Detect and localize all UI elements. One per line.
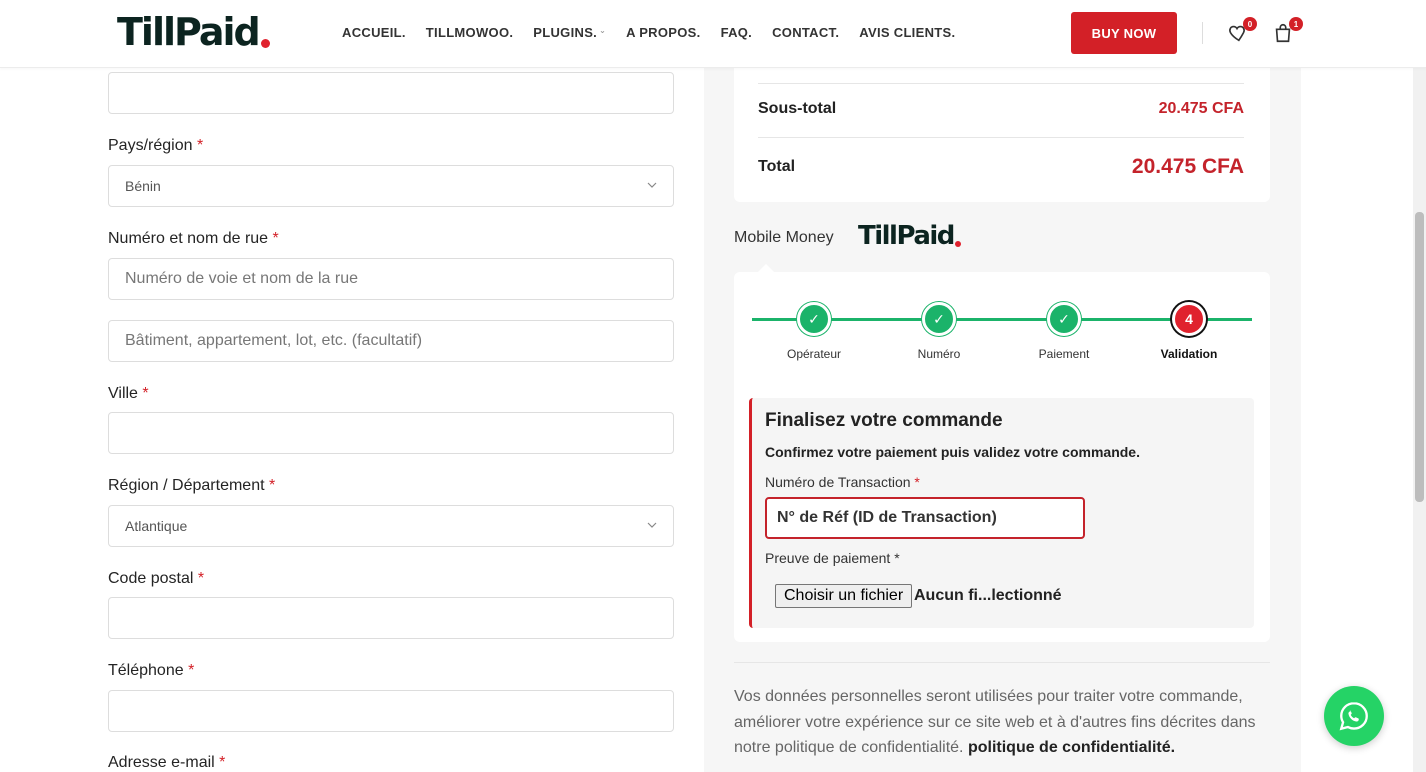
street-label-text: Numéro et nom de rue [108, 230, 269, 247]
main-nav: ACCUEIL. TILLMOWOO. PLUGINS. ⌄ A PROPOS.… [342, 25, 955, 40]
city-label-text: Ville [108, 385, 138, 402]
nav-faq[interactable]: FAQ. [721, 25, 753, 40]
cart-count-badge: 1 [1289, 17, 1303, 31]
step-validation: 4 [1172, 302, 1206, 336]
step-paiement: ✓ [1047, 302, 1081, 336]
nav-tillmowoo[interactable]: TILLMOWOO. [426, 25, 513, 40]
nav-contact[interactable]: CONTACT. [772, 25, 839, 40]
choose-file-button[interactable]: Choisir un fichier [775, 584, 913, 608]
buy-now-button[interactable]: BUY NOW [1071, 12, 1177, 54]
chevron-down-icon [647, 522, 657, 528]
street-label: Numéro et nom de rue * [108, 230, 279, 248]
payment-logo: TillPaid [858, 222, 961, 250]
finalize-subtitle: Confirmez votre paiement puis validez vo… [765, 444, 1140, 460]
street-input[interactable]: Numéro de voie et nom de la rue [108, 258, 674, 300]
nav-plugins-label: PLUGINS. [533, 25, 598, 40]
country-label: Pays/région * [108, 137, 203, 155]
email-label: Adresse e-mail * [108, 754, 225, 772]
postal-label-text: Code postal [108, 570, 194, 587]
country-select-value: Bénin [125, 178, 161, 194]
subtotal-row: Sous-total 20.475 CFA [758, 100, 1244, 118]
chevron-down-icon [647, 182, 657, 188]
nav-a-propos[interactable]: A PROPOS. [626, 25, 700, 40]
scrollbar-thumb[interactable] [1415, 212, 1424, 502]
city-input[interactable] [108, 412, 674, 454]
privacy-policy-link[interactable]: politique de confidentialité. [968, 739, 1175, 756]
step-label-numero: Numéro [917, 347, 961, 361]
divider [758, 137, 1244, 138]
site-header: TillPaid ACCUEIL. TILLMOWOO. PLUGINS. ⌄ … [0, 0, 1426, 68]
phone-label: Téléphone * [108, 662, 194, 680]
cart-button[interactable]: 1 [1272, 17, 1303, 46]
transaction-label-text: Numéro de Transaction [765, 474, 911, 490]
region-select-value: Atlantique [125, 518, 188, 534]
street2-placeholder: Bâtiment, appartement, lot, etc. (facult… [125, 332, 423, 349]
logo-dot [954, 241, 961, 247]
logo-text: TillPaid [117, 10, 261, 54]
required-mark: * [914, 474, 920, 490]
required-mark: * [188, 662, 195, 679]
nav-plugins[interactable]: PLUGINS. ⌄ [533, 25, 606, 40]
total-value: 20.475 CFA [1131, 155, 1244, 178]
divider [734, 662, 1270, 663]
whatsapp-chat-button[interactable] [1324, 686, 1384, 746]
step-operateur: ✓ [797, 302, 831, 336]
logo-dot [260, 39, 270, 48]
required-mark: * [196, 137, 204, 154]
subtotal-value: 20.475 CFA [1158, 100, 1244, 117]
previous-field-input[interactable] [108, 72, 674, 114]
payment-method-label[interactable]: Mobile Money [734, 229, 834, 247]
region-select[interactable]: Atlantique [108, 505, 674, 547]
email-label-text: Adresse e-mail [108, 754, 215, 771]
payment-card-pointer [758, 264, 774, 272]
payment-logo-text: TillPaid [858, 221, 955, 251]
order-summary-card [734, 60, 1270, 202]
privacy-notice: Vos données personnelles seront utilisée… [734, 684, 1274, 761]
required-mark: * [219, 754, 226, 771]
street2-input[interactable]: Bâtiment, appartement, lot, etc. (facult… [108, 320, 674, 362]
wishlist-button[interactable]: 0 [1226, 17, 1257, 46]
required-mark: * [268, 477, 276, 494]
step-label-paiement: Paiement [1038, 347, 1090, 361]
file-status: Aucun fi...lectionné [914, 587, 1062, 604]
city-label: Ville * [108, 385, 149, 403]
wishlist-count-badge: 0 [1243, 17, 1257, 31]
phone-label-text: Téléphone [108, 662, 184, 679]
total-row: Total 20.475 CFA [758, 155, 1244, 179]
finalize-title: Finalisez votre commande [765, 410, 1003, 431]
step-label-validation: Validation [1160, 347, 1218, 361]
region-label-text: Région / Département [108, 477, 265, 494]
required-mark: * [197, 570, 205, 587]
required-mark: * [142, 385, 149, 402]
country-label-text: Pays/région [108, 137, 193, 154]
street-placeholder: Numéro de voie et nom de la rue [125, 270, 359, 287]
country-select[interactable]: Bénin [108, 165, 674, 207]
nav-accueil[interactable]: ACCUEIL. [342, 25, 406, 40]
required-mark: * [272, 230, 279, 247]
header-divider [1202, 22, 1203, 44]
phone-input[interactable] [108, 690, 674, 732]
postal-input[interactable] [108, 597, 674, 639]
chevron-down-icon: ⌄ [599, 26, 607, 35]
postal-label: Code postal * [108, 570, 204, 588]
transaction-label: Numéro de Transaction * [765, 474, 920, 490]
divider [758, 83, 1244, 84]
transaction-id-placeholder: N° de Réf (ID de Transaction) [777, 509, 997, 526]
step-numero: ✓ [922, 302, 956, 336]
payment-proof-label: Preuve de paiement * [765, 550, 900, 566]
subtotal-label: Sous-total [758, 100, 837, 117]
region-label: Région / Département * [108, 477, 275, 495]
whatsapp-icon [1339, 702, 1368, 731]
total-label: Total [758, 158, 796, 175]
step-label-operateur: Opérateur [786, 347, 842, 361]
site-logo[interactable]: TillPaid [117, 12, 270, 52]
nav-avis-clients[interactable]: AVIS CLIENTS. [859, 25, 955, 40]
transaction-id-input[interactable]: N° de Réf (ID de Transaction) [765, 497, 1085, 539]
